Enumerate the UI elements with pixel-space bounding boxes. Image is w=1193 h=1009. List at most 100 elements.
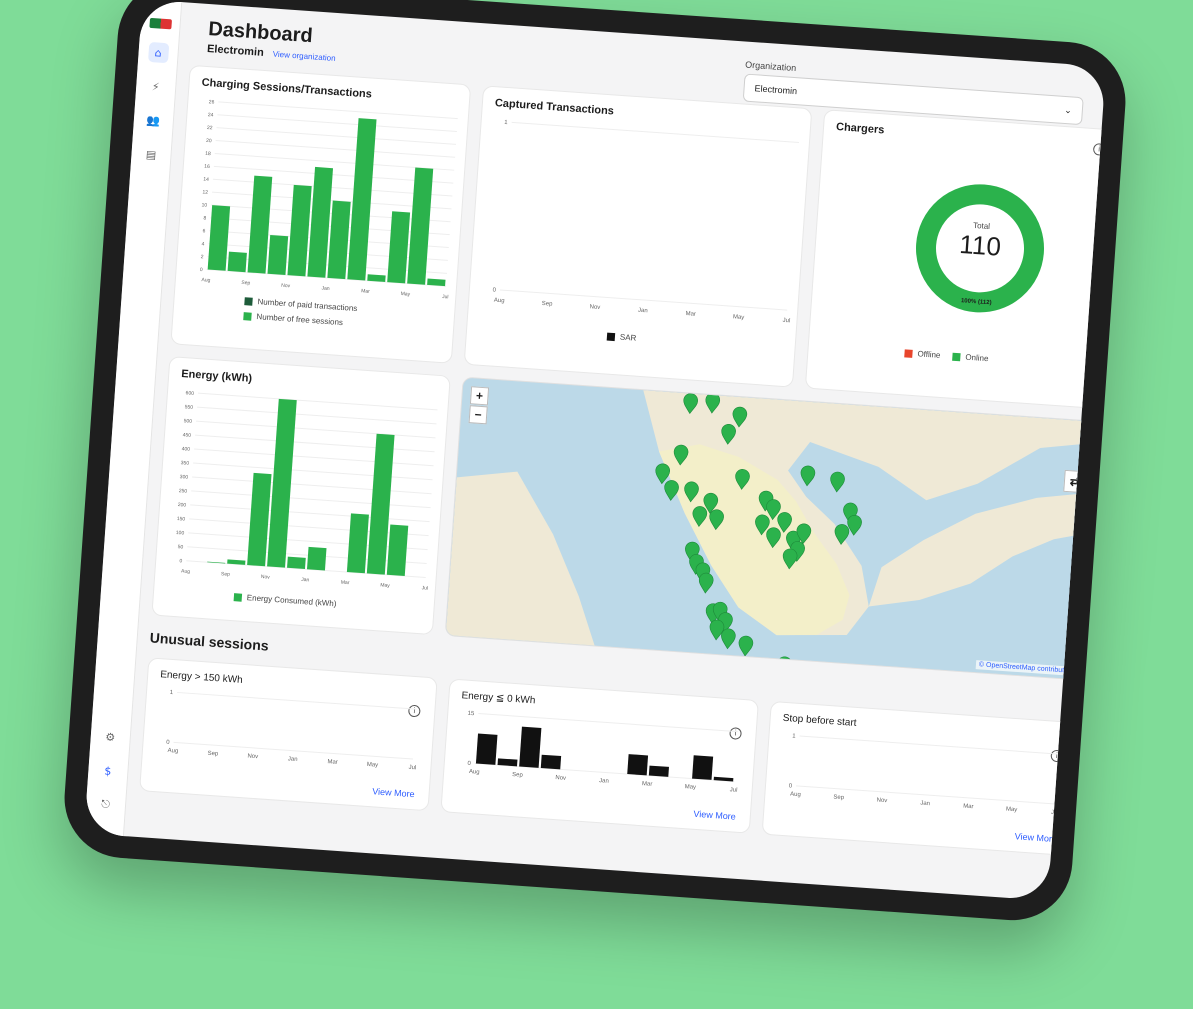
home-icon[interactable]: ⌂ bbox=[147, 41, 169, 64]
y-tick-label: 450 bbox=[182, 432, 191, 439]
stop-before-start-card: Stop before start i 0 1 Aug Sep Nov Jan Mar May… bbox=[761, 700, 1081, 857]
grid-line bbox=[195, 434, 435, 453]
y-tick-label: 50 bbox=[177, 544, 183, 550]
organization-value: Electromin bbox=[754, 83, 798, 97]
charger-map[interactable]: + − ⇄ © OpenStreetMap contributors bbox=[444, 376, 1102, 681]
x-tick-label: Nov bbox=[555, 775, 566, 782]
grid-line bbox=[191, 490, 431, 509]
y-tick-label: 12 bbox=[202, 189, 208, 195]
map-pins bbox=[655, 392, 862, 678]
grid-line bbox=[217, 114, 457, 133]
y-tick-label: 26 bbox=[209, 99, 215, 105]
x-tick-label: Mar bbox=[327, 759, 338, 766]
map-pin-icon bbox=[738, 635, 754, 657]
map-pin-icon bbox=[683, 393, 698, 415]
x-tick-label: Nov bbox=[281, 283, 291, 290]
settings-icon[interactable]: ⚙ bbox=[100, 726, 121, 747]
y-tick-label: 0 bbox=[200, 267, 203, 273]
legend-online: Online bbox=[952, 352, 989, 363]
map-pin-icon bbox=[698, 572, 714, 594]
y-tick-label: 0 bbox=[467, 761, 471, 767]
y-tick-label: 18 bbox=[205, 151, 211, 157]
y-tick-label: 300 bbox=[180, 474, 189, 481]
legend-paid: Number of paid transactions bbox=[244, 296, 358, 313]
x-tick-label: Aug bbox=[181, 568, 191, 575]
dollar-icon[interactable]: $ bbox=[97, 760, 118, 781]
unusual-sessions-title: Unusual sessions bbox=[149, 629, 270, 654]
map-pin-icon bbox=[834, 524, 850, 545]
y-tick-label: 100 bbox=[176, 530, 185, 537]
bar bbox=[627, 754, 649, 776]
x-tick-label: Sep bbox=[207, 751, 219, 758]
main-content: Dashboard Electromin View organization O… bbox=[136, 3, 1106, 901]
users-icon[interactable]: 👥 bbox=[143, 110, 164, 131]
chargers-card: Chargers i Total 110 100% (112) Offline … bbox=[804, 109, 1106, 410]
x-tick-label: Mar bbox=[642, 781, 653, 788]
captured-chart: 0 1 Aug Sep Nov Jan Mar May Jul bbox=[492, 120, 799, 325]
x-tick-label: Mar bbox=[361, 288, 370, 295]
energy-gt-150-card: Energy > 150 kWh i 0 1 Aug Sep Nov Jan Mar May J… bbox=[139, 657, 438, 812]
y-tick-label: 500 bbox=[183, 418, 192, 425]
bar bbox=[347, 118, 377, 281]
y-tick-label: 400 bbox=[181, 446, 190, 453]
brand-logo bbox=[148, 17, 172, 30]
legend-free: Number of free sessions bbox=[243, 311, 356, 328]
y-tick-label: 24 bbox=[208, 112, 214, 118]
charger-icon[interactable]: ⚡ bbox=[145, 76, 166, 97]
grid-line bbox=[196, 406, 437, 425]
x-tick-label: Jan bbox=[288, 756, 298, 763]
x-tick-label: May bbox=[1006, 807, 1018, 814]
bar bbox=[327, 200, 351, 280]
view-more-link[interactable]: View More bbox=[693, 809, 736, 822]
bar bbox=[267, 398, 297, 568]
map-pin-icon bbox=[766, 527, 781, 549]
view-more-link[interactable]: View More bbox=[1014, 831, 1057, 844]
bar bbox=[497, 758, 518, 767]
y-tick-label: 4 bbox=[201, 241, 204, 247]
sessions-card: Charging Sessions/Transactions 0 2 4 6 8 10 12… bbox=[170, 64, 472, 364]
x-tick-label: Jan bbox=[301, 577, 310, 584]
grid-line bbox=[190, 504, 430, 523]
x-tick-label: May bbox=[733, 314, 745, 321]
info-icon[interactable]: i bbox=[1092, 143, 1106, 156]
y-tick-label: 10 bbox=[201, 202, 207, 208]
grid-line bbox=[194, 448, 434, 467]
y-tick-label: 1 bbox=[792, 733, 796, 739]
map-pin-icon bbox=[692, 506, 708, 527]
map-pin-icon bbox=[709, 509, 724, 531]
bar bbox=[407, 167, 434, 285]
x-tick-label: Sep bbox=[241, 280, 251, 287]
y-tick-label: 16 bbox=[204, 164, 210, 170]
map-pin-icon bbox=[800, 465, 816, 487]
bar bbox=[427, 278, 446, 287]
x-tick-label: Jan bbox=[599, 778, 609, 785]
tablet-device: ⌂ ⚡ 👥 ▤ ⚙ $ ⎋ Dashboard Electromin View … bbox=[60, 0, 1130, 925]
view-more-link[interactable]: View More bbox=[372, 786, 415, 799]
bar bbox=[267, 235, 289, 275]
grid-line bbox=[196, 420, 436, 439]
x-tick-label: Nov bbox=[247, 754, 258, 761]
x-tick-label: Sep bbox=[542, 301, 554, 308]
y-tick-label: 550 bbox=[184, 404, 193, 411]
legend-sar: SAR bbox=[606, 332, 637, 343]
y-tick-label: 1 bbox=[169, 690, 173, 696]
y-tick-label: 600 bbox=[185, 390, 194, 397]
view-organization-link[interactable]: View organization bbox=[272, 50, 335, 63]
document-icon[interactable]: ▤ bbox=[140, 144, 161, 165]
x-tick-label: Aug bbox=[469, 769, 480, 776]
dashboard-screen: ⌂ ⚡ 👥 ▤ ⚙ $ ⎋ Dashboard Electromin View … bbox=[84, 0, 1106, 901]
grid-line bbox=[216, 127, 457, 145]
logout-icon[interactable]: ⎋ bbox=[95, 794, 116, 815]
bar bbox=[519, 726, 542, 768]
bar bbox=[386, 524, 409, 577]
x-tick-label: Mar bbox=[685, 311, 696, 318]
x-tick-label: Jul bbox=[782, 318, 790, 325]
x-tick-label: Sep bbox=[833, 794, 845, 801]
bar bbox=[306, 546, 327, 571]
x-tick-label: Jul bbox=[442, 294, 449, 300]
map-pin-icon bbox=[705, 392, 721, 414]
x-tick-label: Nov bbox=[261, 574, 271, 581]
x-tick-label: Sep bbox=[221, 571, 231, 578]
x-tick-label: Jul bbox=[422, 585, 429, 591]
grid-line bbox=[197, 392, 438, 411]
